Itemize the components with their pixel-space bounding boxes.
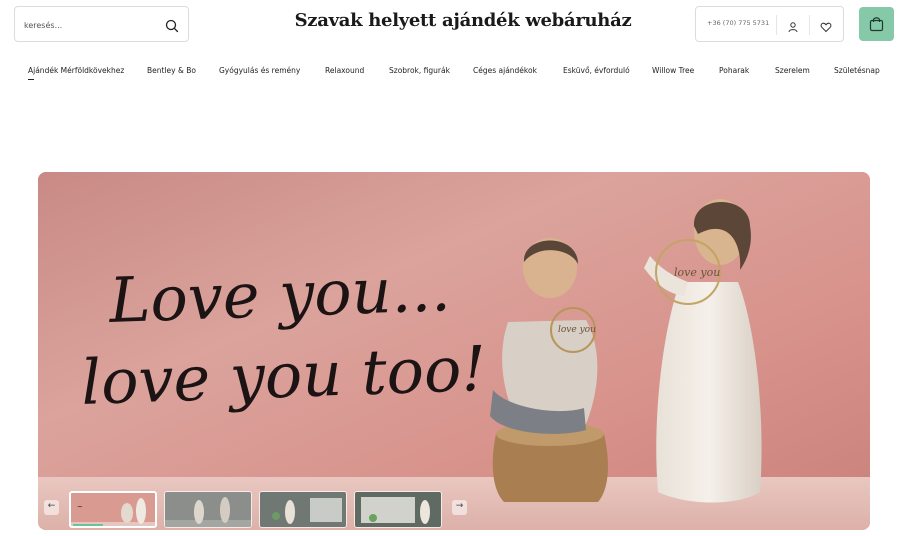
divider bbox=[776, 15, 777, 35]
contact-box: +36 (70) 775 5731 bbox=[695, 6, 844, 42]
search-icon[interactable] bbox=[165, 18, 179, 33]
slide-thumb-4[interactable] bbox=[354, 491, 442, 528]
search-input[interactable] bbox=[24, 16, 164, 34]
nav-item-relaxound[interactable]: Relaxound bbox=[325, 66, 364, 75]
slide-thumb-2[interactable] bbox=[164, 491, 252, 528]
nav-item-ceges-ajandekok[interactable]: Céges ajándékok bbox=[473, 66, 537, 75]
nav-item-szobrok-figurak[interactable]: Szobrok, figurák bbox=[389, 66, 450, 75]
nav-item-bentley-bo[interactable]: Bentley & Bo bbox=[147, 66, 196, 75]
slide-progress bbox=[73, 524, 103, 526]
search-box bbox=[14, 6, 189, 42]
hero-script-line1: Love you... bbox=[107, 252, 452, 337]
shopping-bag-icon bbox=[869, 17, 884, 32]
heart-icon[interactable] bbox=[820, 18, 832, 33]
hero-script-line2: love you too! bbox=[80, 332, 487, 419]
slider-prev-button[interactable]: ← bbox=[44, 500, 59, 515]
boy-heart-text: love you bbox=[558, 325, 596, 335]
slide-thumb-3[interactable] bbox=[259, 491, 347, 528]
arrow-left-icon: ← bbox=[47, 501, 56, 511]
site-title[interactable]: Szavak helyett ajándék webáruház bbox=[260, 10, 666, 31]
nav-item-szerelem[interactable]: Szerelem bbox=[775, 66, 810, 75]
slider-thumbnails: ← ~ → bbox=[38, 490, 870, 530]
nav-item-gyogyulas-es-remeny[interactable]: Gyógyulás és remény bbox=[219, 66, 300, 75]
divider bbox=[809, 15, 810, 35]
nav-item-ajandek-merfoldkovekhez[interactable]: Ajándék Mérföldkövekhez bbox=[28, 66, 124, 80]
nav-item-szuletesnap[interactable]: Születésnap bbox=[834, 66, 880, 75]
account-icon[interactable] bbox=[787, 18, 799, 33]
nav-item-poharak[interactable]: Poharak bbox=[719, 66, 749, 75]
cart-button[interactable] bbox=[859, 7, 894, 41]
main-nav: Ajándék Mérföldkövekhez Bentley & Bo Gyó… bbox=[0, 62, 902, 82]
slider-next-button[interactable]: → bbox=[452, 500, 467, 515]
svg-text:~: ~ bbox=[77, 503, 83, 511]
slide-thumb-1[interactable]: ~ bbox=[69, 491, 157, 528]
nav-item-willow-tree[interactable]: Willow Tree bbox=[652, 66, 694, 75]
hero-image: Love you... love you too! love you love … bbox=[38, 172, 870, 530]
site-header: Szavak helyett ajándék webáruház +36 (70… bbox=[0, 0, 902, 50]
hero-slider[interactable]: Love you... love you too! love you love … bbox=[38, 172, 870, 530]
nav-item-eskuvo-evfordulo[interactable]: Esküvő, évforduló bbox=[563, 66, 630, 75]
phone-number[interactable]: +36 (70) 775 5731 bbox=[707, 19, 769, 27]
arrow-right-icon: → bbox=[455, 501, 464, 511]
girl-heart-text: love you bbox=[674, 266, 720, 279]
